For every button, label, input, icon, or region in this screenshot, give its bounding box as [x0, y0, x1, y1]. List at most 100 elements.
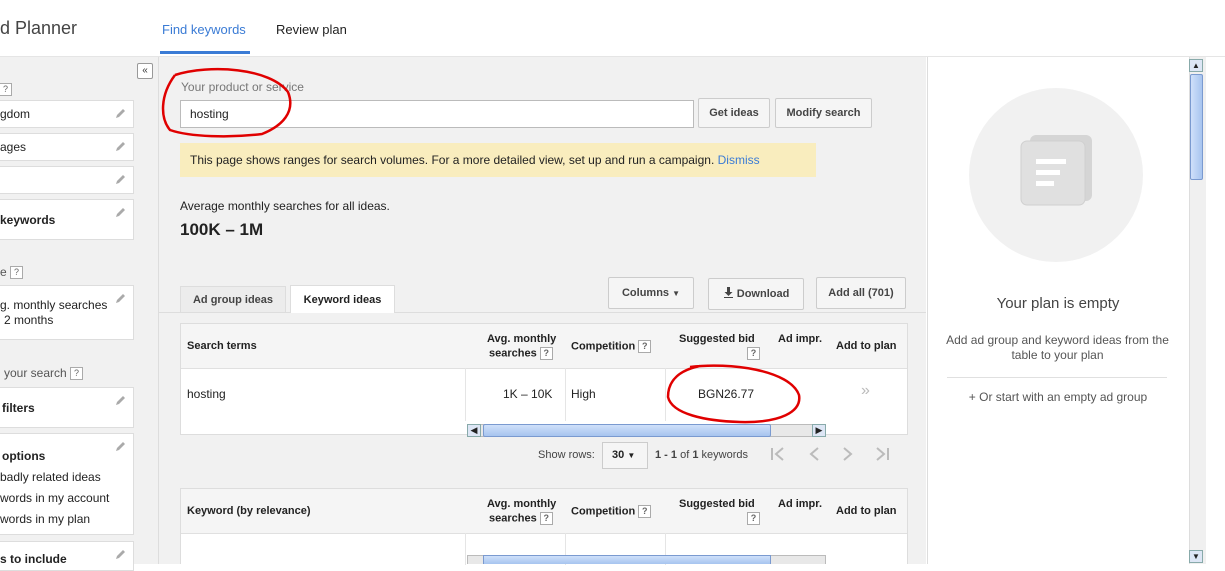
- col-avg-monthly[interactable]: Avg. monthly: [487, 498, 556, 510]
- col-add-to-plan[interactable]: Add to plan: [836, 340, 897, 352]
- col-keyword[interactable]: Keyword (by relevance): [187, 505, 311, 517]
- option-broadly-related[interactable]: badly related ideas: [0, 467, 133, 488]
- scroll-left-arrow[interactable]: ◀: [467, 424, 481, 437]
- notice-text: This page shows ranges for search volume…: [190, 153, 715, 167]
- pencil-icon[interactable]: [114, 394, 127, 407]
- sidebar-section-customize: your search ?: [4, 366, 84, 381]
- help-icon[interactable]: ?: [638, 505, 652, 518]
- col-avg-monthly[interactable]: searches ?: [489, 512, 553, 525]
- col-ad-impr[interactable]: Ad impr.: [778, 333, 822, 345]
- col-add-to-plan[interactable]: Add to plan: [836, 505, 897, 517]
- option-in-plan[interactable]: words in my plan: [0, 509, 133, 530]
- sidebar-item-network[interactable]: [0, 166, 134, 194]
- tab-keyword-ideas[interactable]: Keyword ideas: [290, 285, 395, 313]
- dismiss-link[interactable]: Dismiss: [718, 153, 760, 167]
- add-all-button[interactable]: Add all (701): [816, 277, 906, 309]
- sidebar-item-negative-keywords[interactable]: keywords: [0, 199, 134, 240]
- col-divider: [565, 368, 566, 421]
- col-ad-impr[interactable]: Ad impr.: [778, 498, 822, 510]
- sidebar-item-label: filters: [2, 401, 35, 415]
- help-icon[interactable]: ?: [539, 347, 553, 360]
- add-to-plan-icon[interactable]: »: [861, 382, 870, 400]
- scroll-right-arrow[interactable]: ▶: [812, 424, 826, 437]
- sidebar-item-keyword-options[interactable]: options badly related ideas words in my …: [0, 433, 134, 535]
- pencil-icon[interactable]: [114, 548, 127, 561]
- pencil-icon[interactable]: [114, 140, 127, 153]
- modify-search-button[interactable]: Modify search: [775, 98, 872, 128]
- plan-empty-title: Your plan is empty: [996, 295, 1120, 312]
- download-button[interactable]: Download: [708, 278, 804, 310]
- table-row[interactable]: hosting 1K – 10K High BGN26.77 »: [181, 368, 907, 421]
- cell-competition: High: [571, 387, 596, 401]
- tab-review-plan[interactable]: Review plan: [276, 0, 347, 56]
- help-icon[interactable]: ?: [0, 81, 12, 97]
- notice-banner: This page shows ranges for search volume…: [180, 143, 816, 177]
- sidebar: « ? gdom ages keywords e ? g. monthly se…: [0, 57, 159, 571]
- collapse-sidebar-button[interactable]: «: [137, 63, 153, 79]
- sidebar-section-date-range: e ?: [0, 265, 24, 280]
- cell-suggested-bid: BGN26.77: [698, 387, 755, 401]
- scroll-thumb[interactable]: [483, 555, 771, 564]
- option-in-account[interactable]: words in my account: [0, 488, 133, 509]
- tab-ad-group-ideas[interactable]: Ad group ideas: [180, 286, 286, 312]
- pencil-icon[interactable]: [114, 440, 127, 453]
- tab-find-keywords[interactable]: Find keywords: [160, 0, 250, 54]
- col-suggested-bid[interactable]: Suggested bid: [679, 498, 755, 510]
- document-icon: [1020, 135, 1092, 206]
- sidebar-item-keywords-to-include[interactable]: s to include: [0, 541, 134, 571]
- pencil-icon[interactable]: [114, 173, 127, 186]
- scroll-thumb[interactable]: [483, 424, 771, 437]
- col-avg-monthly[interactable]: searches ?: [489, 347, 553, 360]
- next-page-icon[interactable]: [842, 447, 854, 461]
- col-divider: [465, 533, 466, 565]
- col-suggested-bid[interactable]: Suggested bid: [679, 333, 755, 345]
- product-label: Your product or service: [181, 80, 304, 94]
- sidebar-item-label: 2 months: [4, 313, 54, 327]
- sidebar-item-keyword-filters[interactable]: filters: [0, 387, 134, 428]
- keyword-relevance-table: Keyword (by relevance) Avg. monthly sear…: [180, 488, 908, 565]
- help-icon[interactable]: ?: [10, 266, 24, 280]
- first-page-icon[interactable]: [770, 447, 786, 461]
- col-search-terms[interactable]: Search terms: [187, 340, 257, 352]
- sidebar-item-language[interactable]: ages: [0, 133, 134, 161]
- help-icon[interactable]: ?: [747, 512, 760, 525]
- chevron-down-icon: ▼: [672, 289, 681, 298]
- pencil-icon[interactable]: [114, 206, 127, 219]
- get-ideas-button[interactable]: Get ideas: [698, 98, 770, 128]
- empty-ad-group-link[interactable]: + Or start with an empty ad group: [927, 390, 1189, 404]
- pencil-icon[interactable]: [114, 107, 127, 120]
- help-icon[interactable]: ?: [638, 340, 652, 353]
- col-competition[interactable]: Competition ?: [571, 505, 652, 518]
- pencil-icon[interactable]: [114, 292, 127, 305]
- sidebar-item-label: keywords: [0, 213, 56, 227]
- help-icon[interactable]: ?: [70, 367, 84, 381]
- pagination-range: 1 - 1 of 1 keywords: [655, 449, 748, 461]
- product-input[interactable]: [180, 100, 694, 128]
- table-header: Search terms Avg. monthly searches ? Com…: [181, 324, 907, 369]
- col-divider: [665, 368, 666, 421]
- chevron-down-icon: ▼: [627, 451, 636, 460]
- avg-searches-label: Average monthly searches for all ideas.: [180, 199, 390, 213]
- columns-button[interactable]: Columns ▼: [608, 277, 694, 309]
- scroll-thumb[interactable]: [1190, 74, 1203, 180]
- rows-per-page-select[interactable]: 30 ▼: [602, 442, 648, 469]
- sidebar-item-label: gdom: [0, 107, 31, 121]
- app-title: d Planner: [0, 18, 78, 38]
- last-page-icon[interactable]: [874, 447, 890, 461]
- scroll-up-arrow[interactable]: ▲: [1189, 59, 1203, 72]
- sidebar-item-location[interactable]: gdom: [0, 100, 134, 128]
- sidebar-item-label: ages: [0, 140, 27, 154]
- download-icon: [723, 287, 733, 298]
- col-avg-monthly[interactable]: Avg. monthly: [487, 333, 556, 345]
- plan-empty-description: Add ad group and keyword ideas from the …: [946, 333, 1169, 362]
- help-icon[interactable]: ?: [747, 347, 760, 360]
- plan-divider: [947, 377, 1167, 378]
- sidebar-item-date-range[interactable]: g. monthly searches 2 months: [0, 285, 134, 340]
- cell-search-term[interactable]: hosting: [187, 387, 226, 401]
- col-divider: [465, 368, 466, 421]
- col-competition[interactable]: Competition ?: [571, 340, 652, 353]
- show-rows-label: Show rows:: [538, 449, 595, 461]
- scroll-down-arrow[interactable]: ▼: [1189, 550, 1203, 563]
- prev-page-icon[interactable]: [808, 447, 820, 461]
- help-icon[interactable]: ?: [539, 512, 553, 525]
